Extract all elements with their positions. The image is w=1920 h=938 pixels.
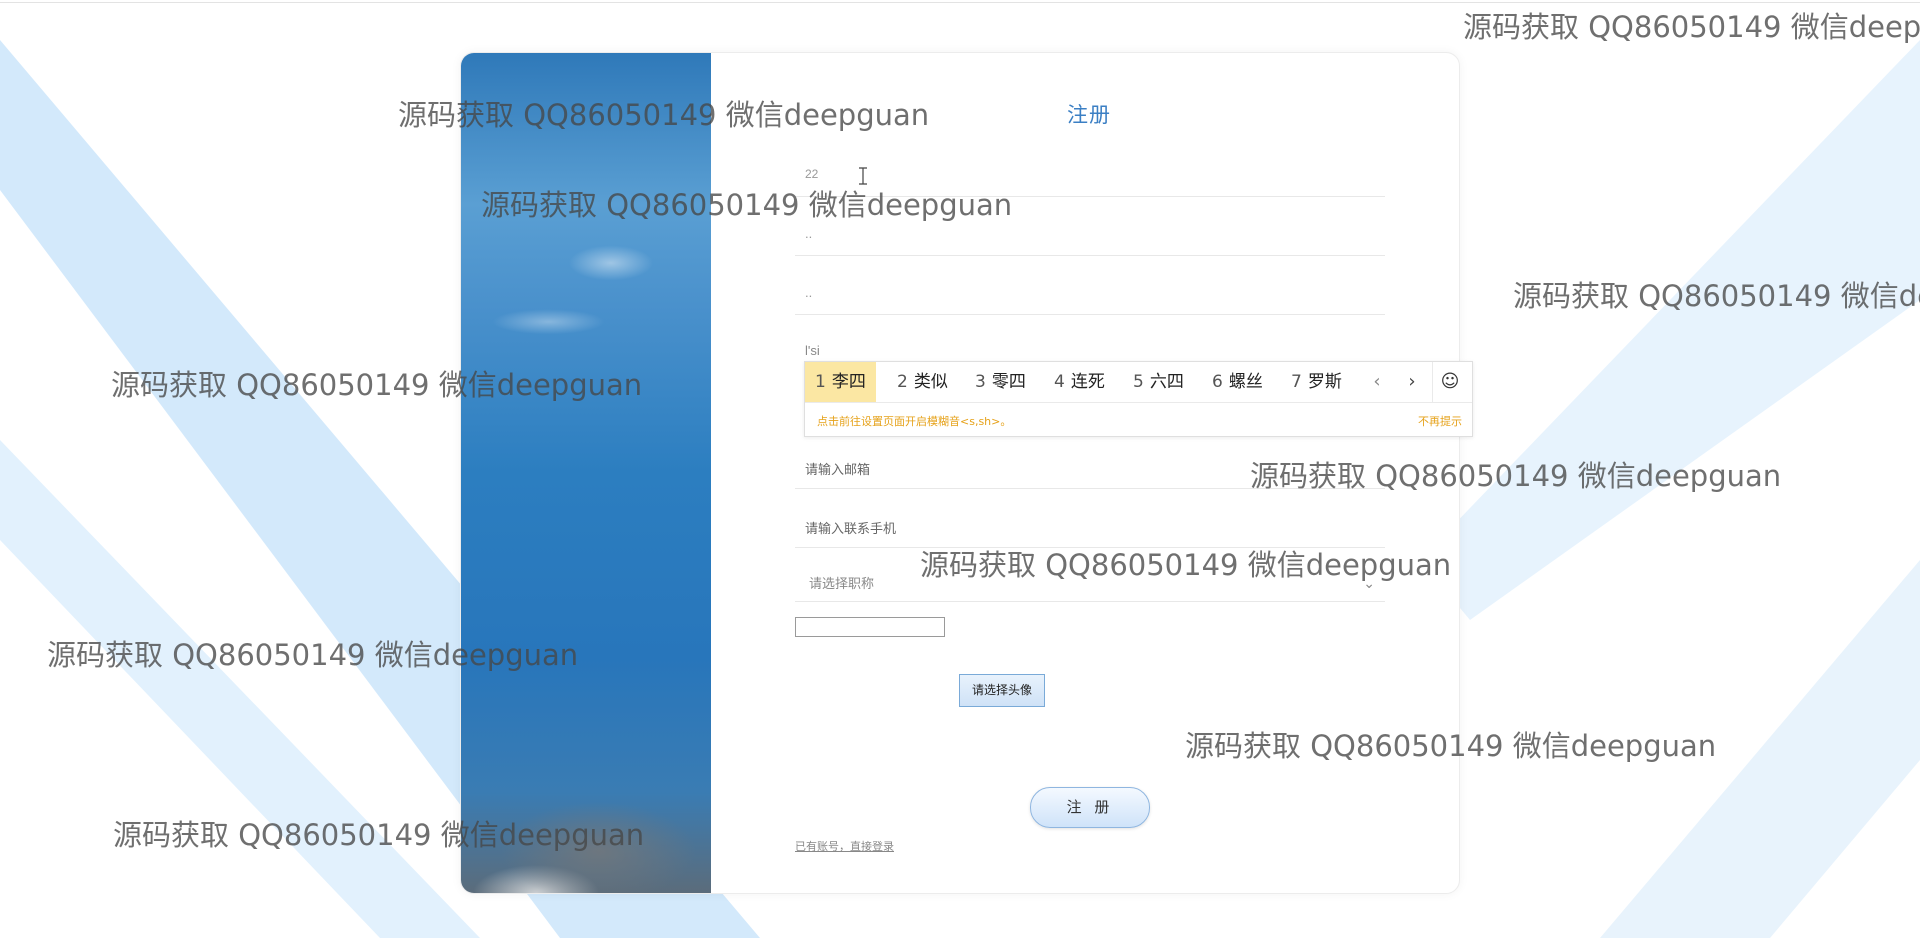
text-cursor-icon (859, 167, 867, 185)
top-divider (0, 2, 1920, 3)
ime-next-icon[interactable]: › (1395, 362, 1429, 402)
phone-field[interactable]: 请输入联系手机 (795, 499, 1385, 548)
ime-prev-icon[interactable]: ‹ (1360, 362, 1394, 402)
password-value: .. (805, 226, 813, 241)
watermark-text: 源码获取 QQ86050149 微信deepguan (1463, 10, 1920, 44)
email-field[interactable]: 请输入邮箱 (795, 440, 1385, 489)
ime-candidate[interactable]: 1 李四 (805, 362, 876, 402)
avatar-preview-image (795, 617, 945, 637)
confirm-password-value: .. (805, 285, 813, 300)
choose-avatar-button[interactable]: 请选择头像 (959, 674, 1045, 707)
job-title-placeholder: 请选择职称 (809, 576, 875, 591)
register-button[interactable]: 注 册 (1030, 787, 1150, 828)
chevron-down-icon: ⌄ (1363, 575, 1375, 591)
ime-candidate[interactable]: 5 六四 (1123, 362, 1194, 402)
username-field[interactable]: 22 (795, 148, 1385, 197)
job-title-select[interactable]: 请选择职称 ⌄ (795, 555, 1385, 602)
ime-dismiss-hint[interactable]: 不再提示 (1418, 413, 1462, 429)
ime-candidate[interactable]: 4 连死 (1044, 362, 1115, 402)
phone-placeholder: 请输入联系手机 (805, 521, 897, 536)
password-field[interactable]: .. (795, 207, 1385, 256)
decorative-photo (461, 53, 711, 893)
ime-emoji-icon[interactable]: ☺ (1432, 362, 1467, 402)
confirm-password-field[interactable]: .. (795, 266, 1385, 315)
ime-candidate[interactable]: 3 零四 (965, 362, 1036, 402)
ime-candidate[interactable]: 7 罗斯 (1281, 362, 1352, 402)
watermark-text: 源码获取 QQ86050149 微信deepguan (1513, 279, 1920, 313)
login-link[interactable]: 已有账号，直接登录 (795, 838, 894, 854)
ime-hint-text[interactable]: 点击前往设置页面开启模糊音<s,sh>。 (817, 413, 1011, 429)
ime-candidate[interactable]: 6 螺丝 (1202, 362, 1273, 402)
ime-candidate-popup: 1 李四 2 类似 3 零四 4 连死 5 六四 6 螺丝 7 罗斯 ‹ › ☺ 点击前往设置… (804, 361, 1473, 437)
username-value: 22 (805, 167, 819, 181)
email-placeholder: 请输入邮箱 (805, 462, 871, 477)
ime-candidate-row: 1 李四 2 类似 3 零四 4 连死 5 六四 6 螺丝 7 罗斯 ‹ › ☺ (805, 362, 1472, 403)
realname-value: l'si (805, 343, 820, 358)
page-title: 注册 (1067, 104, 1111, 127)
ime-candidate[interactable]: 2 类似 (887, 362, 958, 402)
